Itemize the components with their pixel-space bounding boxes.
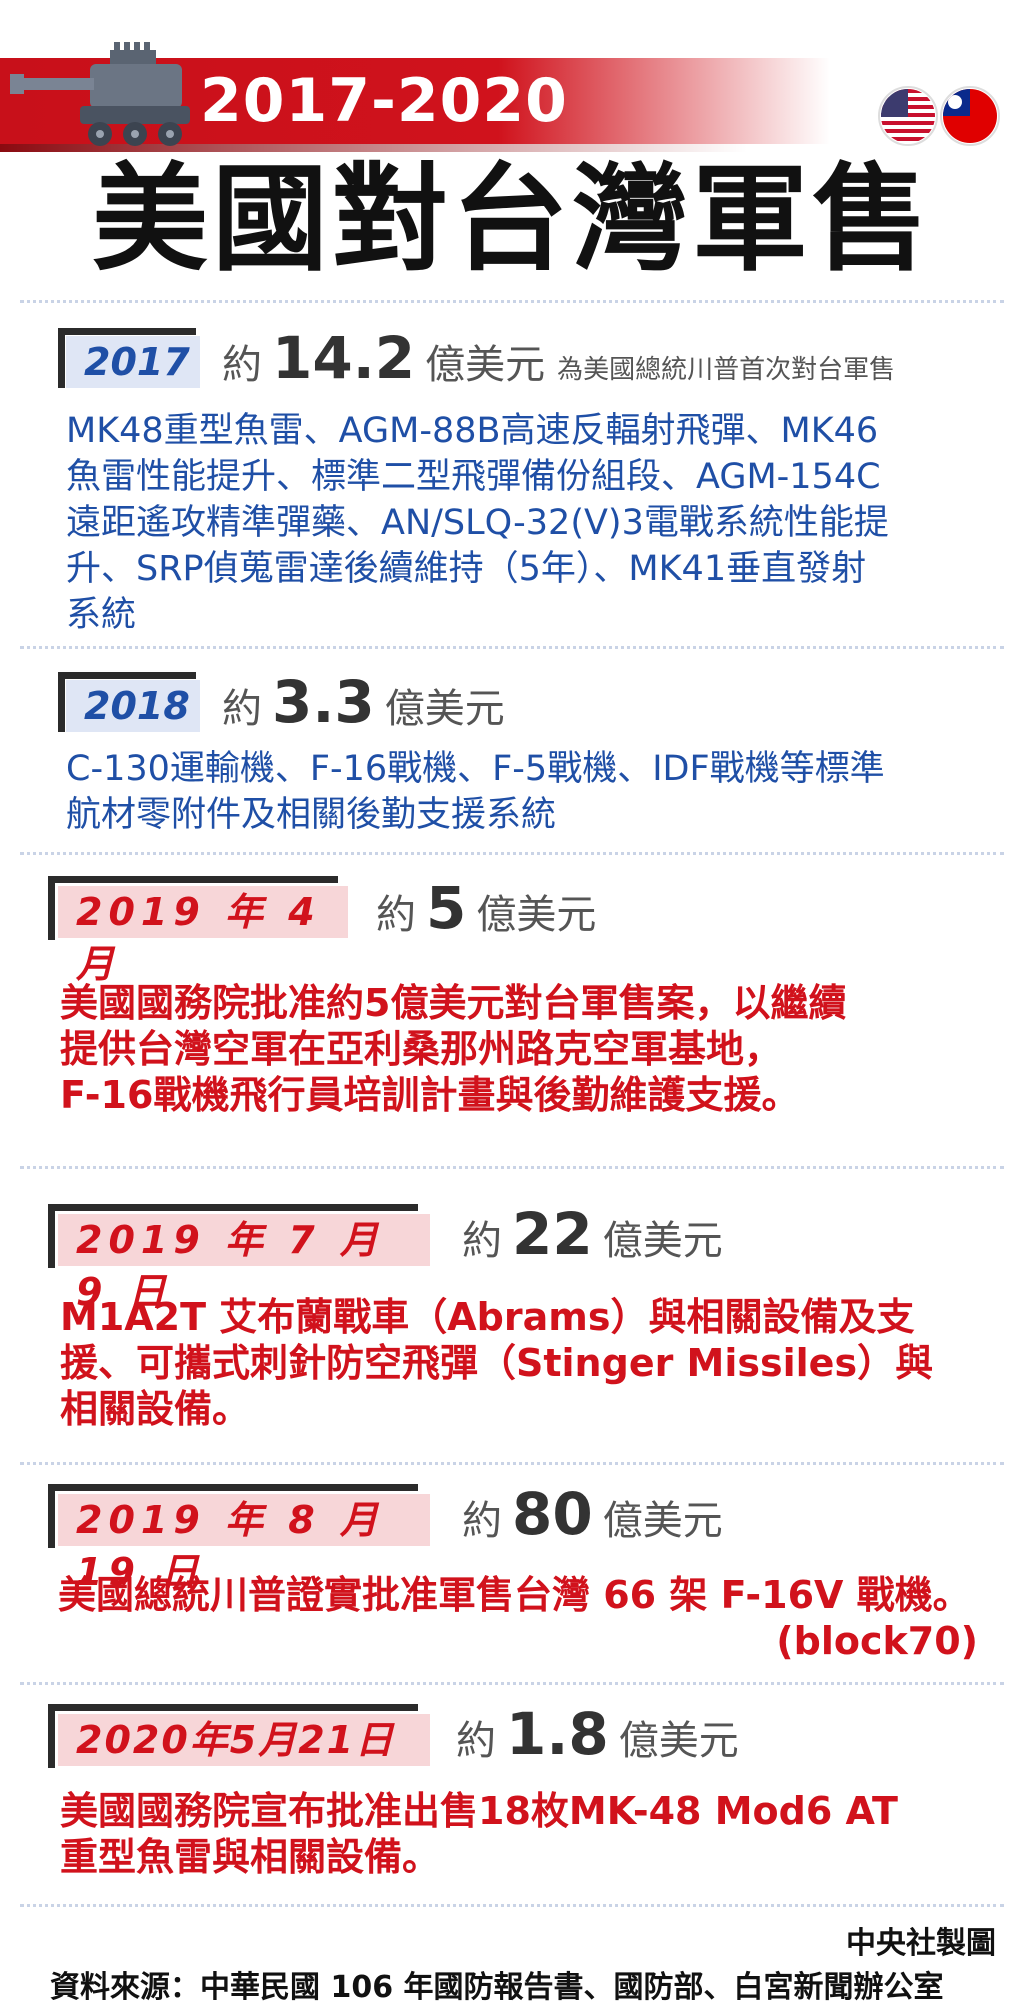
tank-icon xyxy=(10,42,190,146)
desc-line: 重型魚雷與相關設備。 xyxy=(60,1835,441,1879)
desc-line: 遠距遙攻精準彈藥、AN/SLQ-32(V)3電戰系統性能提 xyxy=(66,503,889,543)
amount-line: 約 22 億美元 xyxy=(462,1200,723,1268)
entry-description: MK48重型魚雷、AGM-88B高速反輻射飛彈、MK46 魚雷性能提升、標準二型… xyxy=(66,408,1006,638)
amount-value: 80 xyxy=(512,1480,593,1548)
amount-line: 約 80 億美元 xyxy=(462,1480,723,1548)
entry-description: C-130運輸機、F-16戰機、F-5戰機、IDF戰機等標準 航材零附件及相關後… xyxy=(66,746,1006,838)
desc-line: M1A2T 艾布蘭戰車（Abrams）與相關設備及支 xyxy=(60,1295,915,1339)
amount-prefix: 約 xyxy=(456,1718,496,1764)
desc-line: 魚雷性能提升、標準二型飛彈備份組段、AGM-154C xyxy=(66,457,881,497)
amount-unit: 億美元 xyxy=(476,892,597,938)
entry-description: M1A2T 艾布蘭戰車（Abrams）與相關設備及支 援、可攜式刺針防空飛彈（S… xyxy=(60,1294,1000,1432)
desc-line: 航材零附件及相關後勤支援系統 xyxy=(66,795,557,835)
year-range: 2017-2020 xyxy=(200,66,568,136)
desc-line: 系統 xyxy=(66,595,137,635)
us-flag-icon xyxy=(878,86,938,146)
desc-line: MK48重型魚雷、AGM-88B高速反輻射飛彈、MK46 xyxy=(66,411,879,451)
desc-line: F-16戰機飛行員培訓計畫與後勤維護支援。 xyxy=(60,1073,800,1117)
amount-prefix: 約 xyxy=(376,892,416,938)
amount-prefix: 約 xyxy=(462,1218,502,1264)
amount-prefix: 約 xyxy=(222,342,262,388)
roc-flag-icon xyxy=(940,86,1000,146)
desc-line: (block70) xyxy=(776,1619,978,1663)
entry-description: 美國總統川普證實批准軍售台灣 66 架 F-16V 戰機。 (block70) xyxy=(58,1572,1018,1664)
amount-value: 5 xyxy=(426,874,467,942)
amount-value: 3.3 xyxy=(272,668,375,736)
desc-line: C-130運輸機、F-16戰機、F-5戰機、IDF戰機等標準 xyxy=(66,749,885,789)
amount-line: 約 3.3 億美元 xyxy=(222,668,505,736)
amount-line: 約 5 億美元 xyxy=(376,874,596,942)
divider xyxy=(20,646,1004,649)
amount-line: 約 14.2 億美元 為美國總統川普首次對台軍售 xyxy=(222,324,895,392)
date-tag: 2019 年 7 月 9 日 xyxy=(58,1214,430,1314)
desc-line: 援、可攜式刺針防空飛彈（Stinger Missiles）與 xyxy=(60,1341,934,1385)
desc-line: 美國國務院宣布批准出售18枚MK-48 Mod6 AT xyxy=(60,1789,898,1833)
date-tag: 2019 年 4 月 xyxy=(58,886,348,986)
date-tag: 2020年5月21日 xyxy=(58,1714,430,1766)
footer-source: 資料來源：中華民國 106 年國防報告書、國防部、白宮新聞辦公室 xyxy=(50,1970,944,2005)
divider xyxy=(20,300,1004,303)
entry-description: 美國國務院批准約5億美元對台軍售案，以繼續 提供台灣空軍在亞利桑那州路克空軍基地… xyxy=(60,980,1000,1118)
amount-unit: 億美元 xyxy=(618,1718,739,1764)
amount-unit: 億美元 xyxy=(384,686,505,732)
amount-value: 14.2 xyxy=(272,324,416,392)
divider xyxy=(20,1682,1004,1685)
amount-unit: 億美元 xyxy=(602,1218,723,1264)
desc-line: 美國總統川普證實批准軍售台灣 66 架 F-16V 戰機。 xyxy=(58,1573,971,1617)
date-tag: 2018 xyxy=(66,680,200,732)
divider xyxy=(20,1462,1004,1465)
amount-line: 約 1.8 億美元 xyxy=(456,1700,739,1768)
desc-line: 相關設備。 xyxy=(60,1387,251,1431)
amount-value: 22 xyxy=(512,1200,593,1268)
amount-note: 為美國總統川普首次對台軍售 xyxy=(557,355,896,385)
amount-unit: 億美元 xyxy=(425,342,546,388)
page-title: 美國對台灣軍售 xyxy=(92,152,932,287)
amount-unit: 億美元 xyxy=(602,1498,723,1544)
date-tag: 2019 年 8 月 19 日 xyxy=(58,1494,430,1594)
divider xyxy=(20,1166,1004,1169)
desc-line: 美國國務院批准約5億美元對台軍售案，以繼續 xyxy=(60,981,847,1025)
date-tag: 2017 xyxy=(66,336,200,388)
entry-description: 美國國務院宣布批准出售18枚MK-48 Mod6 AT 重型魚雷與相關設備。 xyxy=(60,1788,1000,1880)
amount-prefix: 約 xyxy=(462,1498,502,1544)
desc-line: 升、SRP偵蒐雷達後續維持（5年）、MK41垂直發射 xyxy=(66,549,867,589)
footer-credit: 中央社製圖 xyxy=(846,1926,996,1961)
desc-line: 提供台灣空軍在亞利桑那州路克空軍基地， xyxy=(60,1027,783,1071)
amount-prefix: 約 xyxy=(222,686,262,732)
divider xyxy=(20,852,1004,855)
flags xyxy=(878,86,1000,146)
amount-value: 1.8 xyxy=(506,1700,609,1768)
divider xyxy=(20,1904,1004,1907)
